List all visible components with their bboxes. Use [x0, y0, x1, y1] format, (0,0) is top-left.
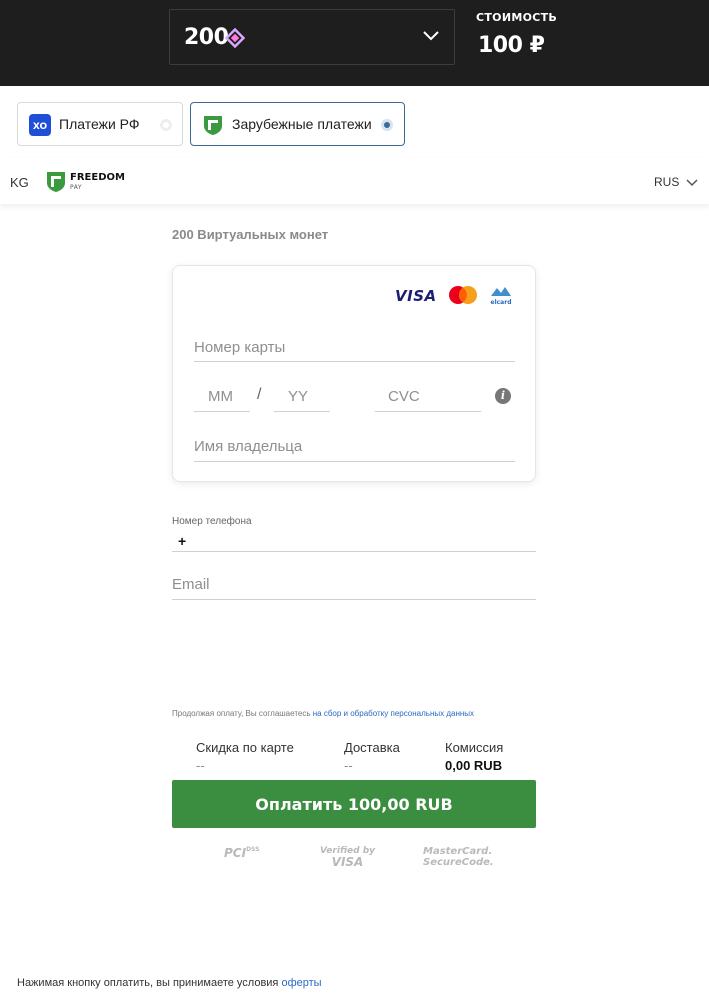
tab-foreign-payments[interactable]: Зарубежные платежи	[190, 102, 405, 146]
card-number-field[interactable]	[194, 332, 515, 362]
offer-link[interactable]: оферты	[281, 977, 321, 989]
freedom-pay-logo	[47, 172, 65, 192]
mastercard-logo	[449, 286, 477, 304]
mc-line1: MasterCard.	[423, 846, 493, 857]
language-select[interactable]: RUS	[654, 175, 679, 189]
consent-text: Продолжая оплату, Вы соглашаетесь на сбо…	[172, 709, 474, 718]
svg-text:XO: XO	[33, 122, 48, 132]
verified-line2: VISA	[331, 855, 364, 869]
card-form: VISA elcard / i	[172, 265, 536, 482]
phone-prefix: +	[178, 533, 187, 549]
radio-unselected[interactable]	[160, 119, 172, 131]
footer-text: Нажимая кнопку оплатить, вы принимаете у…	[17, 977, 282, 989]
phone-label: Номер телефона	[172, 516, 252, 527]
brand-sub: PAY	[70, 184, 83, 191]
freedom-icon	[204, 116, 222, 135]
commission-value: 0,00 RUB	[445, 758, 503, 773]
mc-line2: SecureCode.	[423, 857, 494, 868]
mastercard-securecode-badge: MasterCard. SecureCode.	[423, 846, 494, 868]
cvc-field[interactable]	[375, 379, 481, 412]
consent-prefix: Продолжая оплату, Вы соглашаетесь	[172, 709, 313, 718]
svg-text:elcard: elcard	[491, 299, 512, 306]
country-code: KG	[10, 175, 29, 190]
tab-rf-payments[interactable]: XO Платежи РФ	[17, 102, 183, 146]
product-title: 200 Виртуальных монет	[172, 227, 329, 242]
provider-bar: KG FREEDOM PAY RUS	[0, 158, 709, 204]
coin-icon	[225, 28, 245, 48]
pci-text: PCI	[224, 846, 247, 860]
summary-discount: Скидка по карте --	[196, 740, 294, 773]
info-icon[interactable]: i	[495, 388, 511, 404]
brand-name: FREEDOM	[70, 172, 125, 183]
expiry-year-input[interactable]	[274, 379, 330, 411]
phone-input[interactable]	[190, 531, 530, 550]
expiry-month-field[interactable]	[194, 379, 250, 412]
commission-label: Комиссия	[445, 740, 504, 755]
expiry-separator: /	[257, 386, 262, 403]
phone-field[interactable]: +	[172, 531, 536, 552]
tab-label: Зарубежные платежи	[232, 116, 372, 132]
card-holder-input[interactable]	[194, 430, 515, 461]
discount-label: Скидка по карте	[196, 740, 294, 755]
footer-terms: Нажимая кнопку оплатить, вы принимаете у…	[17, 977, 322, 989]
cost-label: СТОИМОСТЬ	[476, 11, 558, 24]
amount-value: 200	[184, 25, 229, 50]
personal-data-link[interactable]: на сбор и обработку персональных данных	[313, 709, 474, 718]
visa-logo: VISA	[395, 287, 437, 305]
expiry-month-input[interactable]	[194, 379, 250, 411]
delivery-label: Доставка	[344, 740, 400, 755]
tab-label: Платежи РФ	[59, 116, 140, 132]
radio-selected[interactable]	[381, 119, 393, 131]
pay-button[interactable]: Оплатить 100,00 RUB	[172, 780, 536, 828]
chevron-down-icon[interactable]	[422, 30, 440, 42]
expiry-year-field[interactable]	[274, 379, 330, 412]
amount-select[interactable]: 200	[169, 9, 455, 65]
chevron-down-icon[interactable]	[686, 179, 698, 187]
email-input[interactable]	[172, 570, 536, 599]
cvc-input[interactable]	[375, 379, 481, 411]
discount-value: --	[196, 758, 205, 773]
pci-sub-text: DSS	[246, 846, 260, 853]
top-bar: 200 СТОИМОСТЬ 100 ₽	[0, 0, 709, 86]
xo-icon: XO	[29, 114, 51, 136]
verified-by-visa-badge: Verified by VISA	[320, 846, 375, 868]
cost-value: 100 ₽	[478, 33, 545, 58]
delivery-value: --	[344, 758, 353, 773]
summary-delivery: Доставка --	[344, 740, 400, 773]
pci-dss-badge: PCIDSS	[224, 846, 259, 860]
elcard-logo: elcard	[491, 287, 512, 306]
summary-commission: Комиссия 0,00 RUB	[445, 740, 503, 773]
card-holder-field[interactable]	[194, 430, 515, 462]
email-field[interactable]	[172, 570, 536, 600]
card-number-input[interactable]	[194, 332, 515, 361]
